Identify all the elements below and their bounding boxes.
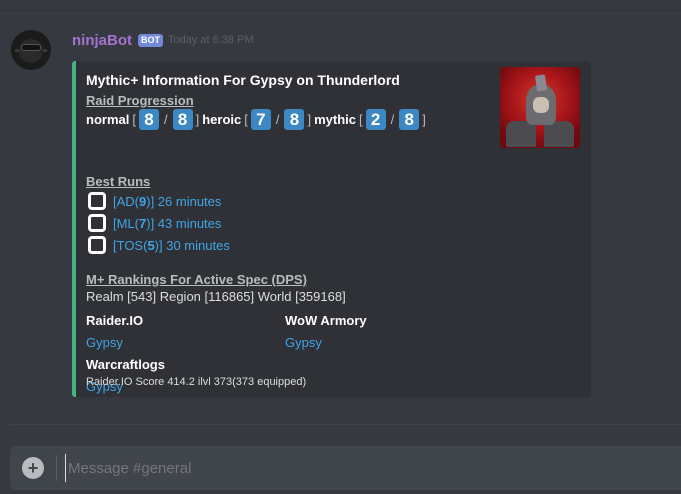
message-header: ninjaBot BOT Today at 6:38 PM <box>72 31 254 49</box>
raiderio-link[interactable]: Gypsy <box>86 335 123 350</box>
heroic-done-number: 7 <box>250 108 271 130</box>
ninja-eyes <box>21 44 41 51</box>
bracket-close: ] <box>195 111 200 127</box>
run-dungeon-open: [AD( <box>113 193 139 209</box>
composer-divider <box>10 424 681 425</box>
run-dungeon-close: )] <box>154 237 163 253</box>
embed-card: Mythic+ Information For Gypsy on Thunder… <box>72 61 591 397</box>
best-run-item[interactable]: [ML(7)] 43 minutes <box>88 213 221 233</box>
best-run-item[interactable]: [AD(9)] 26 minutes <box>88 191 221 211</box>
slash: / <box>390 111 395 127</box>
message-input[interactable] <box>65 454 665 482</box>
portrait-crest <box>534 74 548 92</box>
composer-separator <box>56 455 57 481</box>
checkbox-square-icon <box>88 236 106 254</box>
armory-link[interactable]: Gypsy <box>285 335 322 350</box>
slash: / <box>275 111 280 127</box>
normal-label: normal <box>86 111 130 127</box>
ninja-mask-icon <box>19 39 43 63</box>
warcraftlogs-title: Warcraftlogs <box>86 357 165 372</box>
top-divider <box>0 10 681 11</box>
mythic-done-number: 2 <box>365 108 386 130</box>
checkbox-square-icon <box>88 214 106 232</box>
bot-tag: BOT <box>138 33 163 47</box>
username[interactable]: ninjaBot <box>72 32 132 49</box>
rankings-text: Realm [543] Region [116865] World [35916… <box>86 289 346 304</box>
bracket-open: [ <box>244 111 248 127</box>
run-dungeon-close: )] <box>146 193 155 209</box>
raid-progression-heading: Raid Progression <box>86 93 194 108</box>
raid-progression-line: normal [ 8 / 8 ] heroic [ 7 / 8 ] mythic… <box>86 108 429 130</box>
run-time: 26 minutes <box>154 193 222 209</box>
mythic-total-number: 8 <box>399 108 420 130</box>
heroic-total-number: 8 <box>284 108 305 130</box>
bracket-open: [ <box>359 111 363 127</box>
bracket-open: [ <box>132 111 136 127</box>
thumbnail-image[interactable] <box>500 67 580 148</box>
normal-total-number: 8 <box>172 108 193 130</box>
run-level: 7 <box>139 215 147 231</box>
checkbox-square-icon <box>88 192 106 210</box>
normal-done-number: 8 <box>138 108 159 130</box>
run-dungeon-open: [ML( <box>113 215 139 231</box>
portrait-face <box>533 97 549 113</box>
best-runs-heading: Best Runs <box>86 174 151 189</box>
run-level: 5 <box>147 237 155 253</box>
armory-title: WoW Armory <box>285 313 367 328</box>
timestamp: Today at 6:38 PM <box>168 34 254 46</box>
embed-title: Mythic+ Information For Gypsy on Thunder… <box>86 72 400 88</box>
best-run-item[interactable]: [TOS(5)] 30 minutes <box>88 235 230 255</box>
rankings-heading: M+ Rankings For Active Spec (DPS) <box>86 272 307 287</box>
avatar[interactable] <box>11 30 51 70</box>
run-time: 30 minutes <box>162 237 230 253</box>
heroic-label: heroic <box>202 111 242 127</box>
plus-circle-icon[interactable]: + <box>22 457 44 479</box>
embed-footer: Raider.IO Score 414.2 ilvl 373(373 equip… <box>86 376 307 388</box>
run-dungeon-open: [TOS( <box>113 237 148 253</box>
run-level: 9 <box>139 193 147 209</box>
run-dungeon-close: )] <box>146 215 155 231</box>
raiderio-title: Raider.IO <box>86 313 144 328</box>
message-composer: + <box>10 446 681 490</box>
bracket-close: ] <box>422 111 426 127</box>
slash: / <box>163 111 168 127</box>
bracket-close: ] <box>307 111 312 127</box>
mythic-label: mythic <box>314 111 357 127</box>
run-time: 43 minutes <box>154 215 222 231</box>
